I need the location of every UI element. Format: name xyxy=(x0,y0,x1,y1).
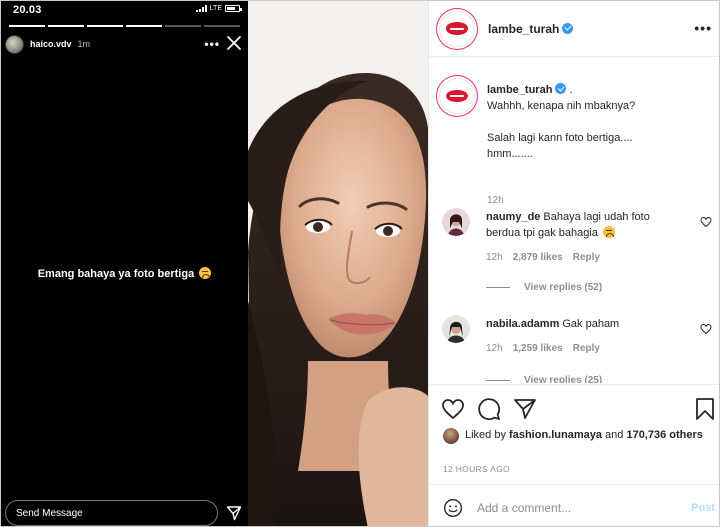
comment-time: 12h xyxy=(486,252,503,263)
caption-line-1: Wahhh, kenapa nih mbaknya? xyxy=(487,100,636,112)
comment-content: Gak paham xyxy=(562,318,620,330)
sad-face-icon xyxy=(603,226,615,238)
status-bar: 20.03 LTE xyxy=(1,1,248,19)
send-message-input[interactable]: Send Message xyxy=(5,500,218,526)
verified-badge-icon xyxy=(562,22,574,34)
instagram-post-panel: lambe_turah ••• lambe_turah . Wahhh, ken… xyxy=(428,1,719,526)
caption-time: 12h xyxy=(487,195,504,206)
comment-icon[interactable] xyxy=(477,397,501,421)
lips-logo-icon xyxy=(446,22,468,35)
send-message-placeholder: Send Message xyxy=(16,507,83,519)
heart-icon[interactable] xyxy=(700,323,712,335)
lips-logo-icon xyxy=(446,89,468,103)
more-options-icon[interactable]: ••• xyxy=(204,37,220,51)
caption-text: lambe_turah . Wahhh, kenapa nih mbaknya?… xyxy=(487,82,707,162)
view-replies-button[interactable]: View replies (25) xyxy=(486,375,602,383)
liked-by: Liked by fashion.lunamaya and 170,736 ot… xyxy=(443,427,713,444)
progress-segment xyxy=(126,25,162,27)
avatar[interactable] xyxy=(5,34,24,54)
commenter-avatar[interactable] xyxy=(442,315,470,343)
comment-username[interactable]: nabila.adamm xyxy=(486,318,559,330)
caption-avatar[interactable] xyxy=(439,78,475,114)
close-icon[interactable] xyxy=(224,33,244,53)
liker-avatar[interactable] xyxy=(443,428,459,444)
battery-icon xyxy=(225,5,242,12)
status-icons: LTE xyxy=(195,5,242,12)
progress-segment xyxy=(9,25,45,27)
liked-by-and: and xyxy=(605,429,624,441)
account-username[interactable]: lambe_turah xyxy=(488,22,574,36)
story-caption-text: Emang bahaya ya foto bertiga xyxy=(37,268,195,280)
caption-line-3: hmm....... xyxy=(487,148,533,160)
caption-suffix: . xyxy=(569,84,573,96)
portrait-image xyxy=(248,1,428,526)
story-progress xyxy=(9,25,240,27)
send-icon[interactable] xyxy=(226,505,242,521)
view-replies-label: View replies (52) xyxy=(524,282,603,293)
view-replies-button[interactable]: View replies (52) xyxy=(486,282,602,293)
progress-segment xyxy=(87,25,123,27)
verified-badge-icon xyxy=(555,83,567,94)
story-viewer: 20.03 LTE haico.vdv 1m ••• Emang bahaya … xyxy=(1,1,248,526)
post-actions: Liked by fashion.lunamaya and 170,736 ot… xyxy=(429,384,719,484)
likes-count[interactable]: 170,736 others xyxy=(626,429,702,441)
comment-input[interactable] xyxy=(477,497,677,519)
progress-segment xyxy=(165,25,201,27)
more-options-icon[interactable]: ••• xyxy=(694,20,712,36)
view-replies-label: View replies (25) xyxy=(524,375,603,383)
comment-likes[interactable]: 1,259 likes xyxy=(513,343,563,354)
commenter-avatar[interactable] xyxy=(442,208,470,236)
heart-icon[interactable] xyxy=(700,216,712,228)
post-header: lambe_turah ••• xyxy=(429,1,719,57)
story-caption: Emang bahaya ya foto bertiga xyxy=(1,267,248,280)
caption-line-2: Salah lagi kann foto bertiga.... xyxy=(487,132,633,144)
story-time-ago: 1m xyxy=(77,39,91,49)
story-username[interactable]: haico.vdv xyxy=(30,39,72,49)
add-comment-bar: Post xyxy=(429,484,719,526)
post-photo[interactable] xyxy=(248,1,428,526)
bookmark-icon[interactable] xyxy=(693,397,717,421)
comment-meta: 12h 1,259 likes Reply xyxy=(486,343,600,354)
signal-icon xyxy=(195,5,207,12)
screenshot-frame: 20.03 LTE haico.vdv 1m ••• Emang bahaya … xyxy=(0,0,720,527)
caption-username[interactable]: lambe_turah xyxy=(487,84,552,96)
comment-time: 12h xyxy=(486,343,503,354)
account-avatar[interactable] xyxy=(439,10,475,47)
worried-face-icon xyxy=(199,267,212,279)
emoji-picker-icon[interactable] xyxy=(443,498,463,518)
comment-username[interactable]: naumy_de xyxy=(486,211,540,223)
network-label: LTE xyxy=(209,5,222,12)
heart-icon[interactable] xyxy=(441,397,465,421)
comments-list[interactable]: lambe_turah . Wahhh, kenapa nih mbaknya?… xyxy=(429,58,719,383)
liked-by-user[interactable]: fashion.lunamaya xyxy=(509,429,602,441)
comment-text: nabila.adamm Gak paham xyxy=(486,316,682,332)
story-header: haico.vdv 1m ••• xyxy=(5,33,244,55)
status-time: 20.03 xyxy=(13,4,42,16)
post-comment-button[interactable]: Post xyxy=(691,502,715,514)
post-timestamp: 12 HOURS AGO xyxy=(443,464,510,474)
reply-button[interactable]: Reply xyxy=(573,252,600,263)
comment-likes[interactable]: 2,879 likes xyxy=(513,252,563,263)
comment-meta: 12h 2,879 likes Reply xyxy=(486,252,600,263)
share-icon[interactable] xyxy=(513,397,537,421)
progress-segment xyxy=(204,25,240,27)
reply-button[interactable]: Reply xyxy=(573,343,600,354)
progress-segment xyxy=(48,25,84,27)
liked-by-prefix: Liked by xyxy=(465,429,506,441)
comment-text: naumy_de Bahaya lagi udah foto berdua tpi… xyxy=(486,209,682,241)
